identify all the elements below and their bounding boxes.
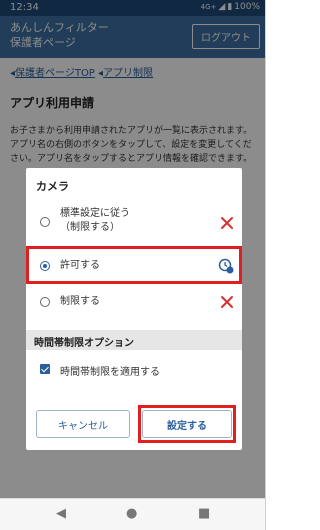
x-icon xyxy=(221,217,233,229)
highlight-allow-option xyxy=(26,246,242,284)
option-default-label-line2: （制限する） xyxy=(60,222,120,233)
option-default-label: 標準設定に従う （制限する） xyxy=(60,207,130,235)
dialog-title: カメラ xyxy=(36,180,69,193)
phone-screen: 12:34 4G+ ◢ ▮ 100% あんしんフィルター 保護者ページ ログアウ… xyxy=(0,0,266,530)
time-restriction-section-header: 時間帯制限オプション xyxy=(26,330,242,350)
section-title: 時間帯制限オプション xyxy=(34,338,134,349)
option-default-label-line1: 標準設定に従う xyxy=(60,208,130,219)
radio-default[interactable] xyxy=(40,217,50,227)
app-permission-dialog: カメラ 標準設定に従う （制限する） 許可する 制限する 時間帯制限オプション … xyxy=(26,168,242,450)
radio-restrict[interactable] xyxy=(40,297,50,307)
option-restrict-label: 制限する xyxy=(60,296,100,307)
home-icon[interactable]: ● xyxy=(126,506,137,521)
time-restriction-checkbox[interactable] xyxy=(40,364,50,374)
x-icon xyxy=(221,296,233,308)
back-icon[interactable]: ◀ xyxy=(56,506,66,521)
recents-icon[interactable]: ■ xyxy=(198,506,210,521)
option-default[interactable]: 標準設定に従う （制限する） xyxy=(26,202,242,246)
android-nav-bar: ◀ ● ■ xyxy=(0,498,265,530)
cancel-button[interactable]: キャンセル xyxy=(36,410,130,438)
time-restriction-label: 時間帯制限を適用する xyxy=(60,367,160,378)
highlight-confirm-button xyxy=(138,405,236,443)
option-restrict[interactable]: 制限する xyxy=(26,284,242,320)
